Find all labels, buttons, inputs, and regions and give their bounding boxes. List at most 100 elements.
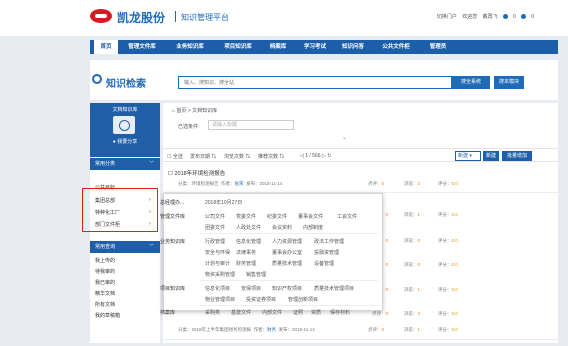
link-license[interactable]: 证照 <box>293 309 303 316</box>
query-reviewed[interactable]: 我已审的 <box>95 279 115 286</box>
link-meeting[interactable]: 会议资料 <box>272 224 292 231</box>
main-nav: 首页 管理文件库 业务知识库 项目知识库 档案库 学习考试 知识问答 公共文件柜… <box>90 40 558 54</box>
nav-admin[interactable]: 管理员 <box>424 40 452 54</box>
search-all-button[interactable]: 搜全系统 <box>452 76 490 89</box>
sort-browse-count[interactable]: 浏览次数 ⇅ <box>224 153 250 160</box>
link-board-files[interactable]: 董事会文件 <box>298 213 323 220</box>
chevron-down-icon[interactable]: ⌄ <box>342 134 347 141</box>
batch-add-button[interactable]: 批量增加 <box>502 151 532 161</box>
new-button[interactable]: 新建 <box>483 151 499 161</box>
row-rating: 评分：0.0 <box>438 238 458 243</box>
title-filter-input[interactable]: 请输入标题 <box>208 120 294 130</box>
query-drafts[interactable]: 我的草稿箱 <box>95 312 120 319</box>
link-youth-files[interactable]: 团委文件 <box>205 224 225 231</box>
link-investment-project[interactable]: 投资证券项目 <box>246 296 276 303</box>
select-all-checkbox[interactable]: ☐ 全选 <box>167 153 183 160</box>
message-count[interactable]: 0 <box>503 14 516 20</box>
share-icon: ● <box>112 139 116 145</box>
link-it-project[interactable]: 信息化项目 <box>205 285 230 292</box>
nav-mgmt-files[interactable]: 管理文件库 <box>122 40 162 54</box>
query-featured[interactable]: 精华文档 <box>95 290 115 297</box>
search-logo-icon <box>92 74 102 84</box>
breadcrumb-home[interactable]: 首页 <box>176 108 186 114</box>
link-union-files[interactable]: 工会文件 <box>337 213 357 220</box>
link-internal[interactable]: 内部文件 <box>262 309 282 316</box>
link-hr-files[interactable]: 人政处文件 <box>236 224 261 231</box>
link-audit[interactable]: 计划与审计 <box>205 260 230 267</box>
search-input[interactable] <box>178 76 452 89</box>
query-pending-review[interactable]: 待我审的 <box>95 268 115 275</box>
link-purchase[interactable]: 采购类 <box>205 309 220 316</box>
row-views: 浏览：1 <box>404 287 421 292</box>
popup-cat-archive[interactable]: 档案库 <box>160 309 175 316</box>
sort-recommend-count[interactable]: 推荐次数 ⇅ <box>258 153 284 160</box>
link-sales[interactable]: 销售管理 <box>246 271 266 278</box>
common-class-section[interactable]: 常用分类 ﹀ <box>90 158 160 170</box>
selected-label: 已选条件: <box>178 124 200 130</box>
popup-cat-mgmt[interactable]: 管理文件库 <box>160 213 185 220</box>
row-views: 浏览：1 <box>404 327 421 332</box>
company-logo <box>90 9 112 23</box>
link-equipment[interactable]: 设备管理 <box>314 260 334 267</box>
chevron-down-icon: ﹀ <box>148 161 154 167</box>
link-politics-mgmt[interactable]: 政法工作管理 <box>314 238 344 245</box>
common-query-section[interactable]: 常用查询 ﹀ <box>90 241 160 253</box>
nav-business[interactable]: 业务知识库 <box>168 40 212 54</box>
nav-learning[interactable]: 学习考试 <box>298 40 332 54</box>
row-meta: 分类：环境检测报告 作者：张荣 发布：2018-11-14 <box>178 181 283 186</box>
nav-project[interactable]: 项目知识库 <box>216 40 260 54</box>
link-hr-mgmt[interactable]: 人力资源管理 <box>272 238 302 245</box>
link-safety[interactable]: 安全与环保 <box>205 249 230 256</box>
user-name[interactable]: 戴再飞 <box>483 14 498 20</box>
home-icon: ⌂ <box>172 108 176 114</box>
type-select[interactable]: 新建 ▾ <box>455 151 481 161</box>
brand-name: 凯龙股份 <box>117 11 166 25</box>
share-button[interactable]: ● 我要分享 <box>90 138 160 145</box>
link-construction[interactable]: 基建文件 <box>231 309 251 316</box>
platform-name: 知识管理平台 <box>181 13 229 22</box>
search-module-button[interactable]: 搜本模块 <box>494 76 524 89</box>
link-quality[interactable]: 质量技术管理 <box>272 260 302 267</box>
nav-qa[interactable]: 知识问答 <box>336 40 370 54</box>
link-innovation-project[interactable]: 管理创新项目 <box>288 296 318 303</box>
nav-home[interactable]: 首页 <box>94 40 118 54</box>
chevron-down-icon: ﹀ <box>148 244 154 250</box>
link-property-project[interactable]: 物业管理项目 <box>205 296 235 303</box>
link-ip-project[interactable]: 知识产权项目 <box>272 285 302 292</box>
link-financing[interactable]: 投融资管理 <box>314 249 339 256</box>
link-security-project[interactable]: 安保项目 <box>241 285 261 292</box>
link-discipline-files[interactable]: 纪委文件 <box>267 213 287 220</box>
row-score: 点评：0 <box>372 311 389 316</box>
highlight-box <box>82 188 158 232</box>
link-finance[interactable]: 财务管理 <box>236 260 256 267</box>
nav-public-cabinet[interactable]: 公共文件柜 <box>374 40 418 54</box>
row-title[interactable]: ☐ 2018年环境检测报告 <box>168 169 225 177</box>
divider <box>200 280 378 281</box>
link-it-mgmt[interactable]: 信息化管理 <box>236 238 261 245</box>
link-quality-project[interactable]: 质量技术管理项目 <box>314 285 354 292</box>
link-qualification[interactable]: 资质 <box>311 309 321 316</box>
row-views: 浏览：0 <box>404 262 421 267</box>
row-views: 浏览：0 <box>404 238 421 243</box>
link-storage[interactable]: 保存材料 <box>330 309 350 316</box>
link-company-files[interactable]: 公司文件 <box>205 213 225 220</box>
sort-publish-date[interactable]: 发布日期 ⇅ <box>190 153 216 160</box>
link-board-office[interactable]: 董事会办公室 <box>272 249 302 256</box>
link-party-files[interactable]: 党委文件 <box>236 213 256 220</box>
query-my-uploads[interactable]: 我上传的 <box>95 257 115 264</box>
row-score: 点评：0 <box>368 181 385 186</box>
link-legal[interactable]: 法律事务 <box>236 249 256 256</box>
link-procurement[interactable]: 物资采购管理 <box>205 271 235 278</box>
switch-portal-link[interactable]: 切换门户 <box>437 14 457 20</box>
nav-archive[interactable]: 档案库 <box>262 40 294 54</box>
popup-cat-project[interactable]: 项目知识库 <box>160 285 185 292</box>
row-meta: 分类：2018年上半年集团财务检测报 作者：财务 发布：2018-11-14 <box>178 327 315 332</box>
link-internal-rules[interactable]: 内部制度 <box>303 224 323 231</box>
notice-count[interactable]: 0 <box>521 14 534 20</box>
pagination[interactable]: ◁ 1 / 566 ▷ ↻ <box>300 153 331 159</box>
query-all-docs[interactable]: 所有文档 <box>95 301 115 308</box>
link-admin-mgmt[interactable]: 行政管理 <box>205 238 225 245</box>
row-score: 点评：0 <box>368 327 385 332</box>
row-rating: 评分：0.0 <box>438 212 458 217</box>
popup-cat-business[interactable]: 业务知识库 <box>160 238 185 245</box>
